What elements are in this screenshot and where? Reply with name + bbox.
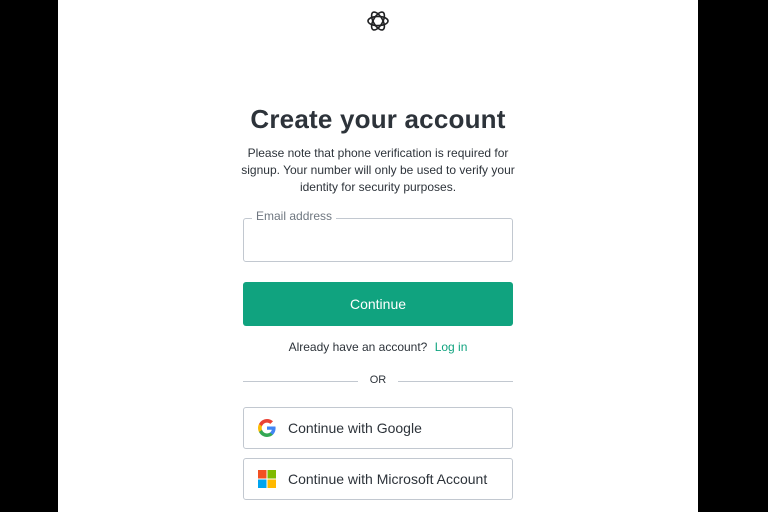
continue-with-google-button[interactable]: Continue with Google bbox=[243, 407, 513, 449]
email-input[interactable] bbox=[244, 219, 512, 261]
google-button-label: Continue with Google bbox=[288, 420, 422, 436]
login-prompt-text: Already have an account? bbox=[288, 340, 428, 354]
email-field[interactable]: Email address bbox=[243, 209, 513, 262]
page-title: Create your account bbox=[250, 104, 506, 134]
microsoft-button-label: Continue with Microsoft Account bbox=[288, 471, 488, 487]
continue-with-microsoft-button[interactable]: Continue with Microsoft Account bbox=[243, 458, 513, 500]
google-icon bbox=[258, 419, 276, 437]
microsoft-icon bbox=[258, 470, 276, 488]
login-link[interactable]: Log in bbox=[435, 340, 468, 354]
divider-text: OR bbox=[369, 374, 387, 386]
signup-page: Create your account Please note that pho… bbox=[58, 0, 698, 512]
phone-verification-notice: Please note that phone verification is r… bbox=[241, 146, 515, 194]
openai-logo-icon bbox=[365, 8, 391, 34]
login-prompt-row: Already have an account? Log in bbox=[58, 340, 698, 354]
continue-button[interactable]: Continue bbox=[243, 282, 513, 326]
or-divider: OR bbox=[243, 374, 513, 388]
email-label: Email address bbox=[252, 209, 337, 223]
divider-line-right bbox=[398, 381, 513, 382]
